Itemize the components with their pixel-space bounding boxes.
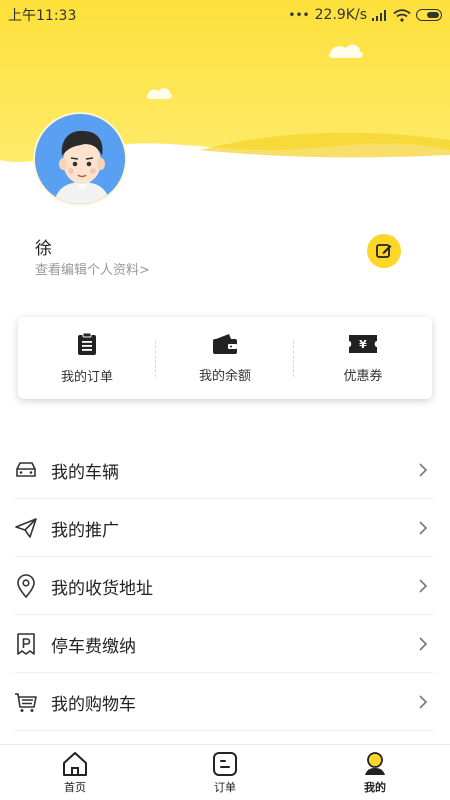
- edit-profile-button[interactable]: [367, 234, 401, 268]
- menu-item-address[interactable]: 我的收货地址: [0, 557, 450, 615]
- status-indicators: ••• 22.9K/s: [288, 7, 442, 23]
- user-name: 徐: [35, 239, 52, 259]
- signal-icon: [372, 10, 386, 21]
- network-speed: 22.9K/s: [314, 7, 367, 23]
- quick-actions-card: 我的订单 我的余额 ¥ 优惠券: [18, 317, 432, 399]
- wifi-icon: [393, 8, 411, 22]
- shopping-cart-icon: [14, 690, 38, 714]
- location-pin-icon: [14, 574, 38, 598]
- tab-profile[interactable]: 我的: [300, 745, 450, 800]
- tab-home[interactable]: 首页: [0, 745, 150, 800]
- chevron-right-icon: [419, 579, 428, 593]
- svg-text:¥: ¥: [359, 338, 367, 351]
- chevron-right-icon: [419, 695, 428, 709]
- car-icon: [14, 458, 38, 482]
- quick-action-label: 优惠券: [343, 368, 383, 384]
- chevron-right-icon: [419, 521, 428, 535]
- more-dots-icon: •••: [288, 8, 310, 22]
- menu-label: 停车费缴纳: [51, 636, 136, 657]
- profile-screen: 上午11:33 ••• 22.9K/s 徐 查看编辑个人资料> 我的订单 我的余…: [0, 0, 450, 800]
- status-bar: 上午11:33 ••• 22.9K/s: [0, 0, 450, 30]
- chevron-right-icon: [419, 637, 428, 651]
- tab-label: 首页: [64, 780, 86, 794]
- menu-label: 我的车辆: [51, 462, 119, 483]
- quick-action-orders[interactable]: 我的订单: [18, 317, 156, 399]
- quick-action-label: 我的余额: [198, 368, 251, 384]
- menu-item-parking-fee[interactable]: 停车费缴纳: [0, 615, 450, 673]
- tab-label: 我的: [364, 780, 386, 794]
- quick-action-balance[interactable]: 我的余额: [156, 317, 294, 399]
- menu-list: 我的车辆 我的推广 我的收货地址 停车费缴纳 我的购物车: [0, 441, 450, 731]
- order-icon: [213, 751, 237, 776]
- parking-icon: [14, 632, 38, 656]
- menu-label: 我的收货地址: [51, 578, 153, 599]
- tab-orders[interactable]: 订单: [150, 745, 300, 800]
- quick-action-label: 我的订单: [60, 369, 113, 385]
- avatar-illustration: [35, 114, 125, 204]
- edit-icon: [376, 244, 392, 258]
- battery-icon: [416, 9, 442, 21]
- coupon-icon: ¥: [349, 334, 377, 353]
- tab-label: 订单: [214, 780, 236, 794]
- avatar[interactable]: [33, 112, 127, 206]
- status-time: 上午11:33: [8, 8, 77, 24]
- menu-label: 我的推广: [51, 520, 119, 541]
- home-icon: [63, 751, 87, 776]
- menu-label: 我的购物车: [51, 694, 136, 715]
- menu-item-vehicles[interactable]: 我的车辆: [0, 441, 450, 499]
- edit-profile-link[interactable]: 查看编辑个人资料>: [35, 259, 150, 278]
- profile-icon: [365, 751, 385, 775]
- wallet-icon: [213, 333, 237, 354]
- bottom-tab-bar: 首页 订单 我的: [0, 744, 450, 800]
- quick-action-coupons[interactable]: ¥ 优惠券: [294, 317, 432, 399]
- paper-plane-icon: [14, 516, 38, 540]
- chevron-right-icon: [419, 463, 428, 477]
- clipboard-icon: [78, 332, 96, 355]
- menu-item-promotion[interactable]: 我的推广: [0, 499, 450, 557]
- menu-item-cart[interactable]: 我的购物车: [0, 673, 450, 731]
